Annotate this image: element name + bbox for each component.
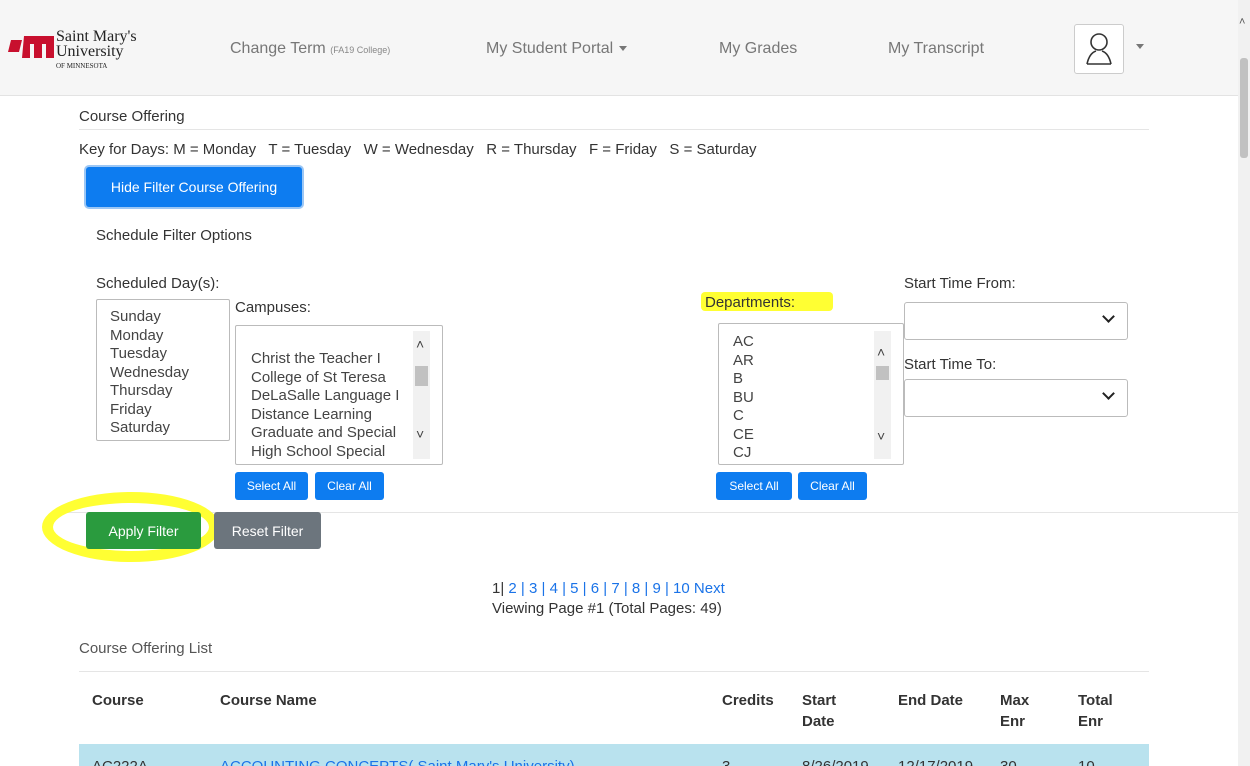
logo-line3: OF MINNESOTA [56, 62, 108, 70]
row-course: AC222A [92, 758, 148, 766]
viewing-page: Viewing Page #1 (Total Pages: 49) [492, 600, 722, 617]
schedule-filter-options: Schedule Filter Options [96, 227, 252, 244]
row-start-date: 8/26/2019 [802, 758, 869, 766]
day-option[interactable]: Monday [110, 327, 229, 346]
departments-label: Departments: [705, 294, 796, 311]
col-start-date: Start Date [802, 692, 837, 730]
day-option[interactable]: Wednesday [110, 364, 229, 383]
page-link[interactable]: 5 [570, 580, 578, 597]
start-time-to-select[interactable] [904, 379, 1128, 417]
campuses-select-all-button[interactable]: Select All [235, 472, 308, 500]
section-title: Course Offering [79, 108, 185, 125]
day-option[interactable]: Friday [110, 401, 229, 420]
departments-clear-all-button[interactable]: Clear All [798, 472, 867, 500]
page-separator: | [640, 580, 653, 597]
dept-scroll-down-arrow-icon[interactable]: ˅ [877, 428, 885, 444]
page-separator: | [599, 580, 612, 597]
table-row: AC222A ACCOUNTING CONCEPTS( Saint Mary's… [79, 744, 1149, 766]
list-divider [79, 671, 1149, 672]
row-end-date: 12/17/2019 [898, 758, 973, 766]
day-option[interactable]: Sunday [110, 308, 229, 327]
start-time-to-label: Start Time To: [904, 356, 997, 373]
row-total-enr: 10 [1078, 758, 1095, 766]
page-link[interactable]: 6 [591, 580, 599, 597]
col-max-enr: Max Enr [1000, 692, 1030, 730]
day-option[interactable]: Thursday [110, 382, 229, 401]
scroll-up-arrow-icon[interactable]: ˄ [416, 336, 424, 352]
page-separator: | [516, 580, 529, 597]
dept-scroll-up-arrow-icon[interactable]: ˄ [877, 344, 885, 360]
logo-mark-icon [8, 36, 54, 58]
departments-select-all-button[interactable]: Select All [716, 472, 792, 500]
apply-filter-button[interactable]: Apply Filter [86, 512, 201, 549]
nav-my-transcript[interactable]: My Transcript [888, 40, 984, 58]
days-listbox[interactable]: Sunday Monday Tuesday Wednesday Thursday Frid… [96, 299, 230, 441]
pagination: 1| 2 | 3 | 4 | 5 | 6 | 7 | 8 | 9 | 10 Ne… [492, 580, 725, 597]
next-page-link[interactable]: Next [694, 580, 725, 597]
row-max-enr: 30 [1000, 758, 1017, 766]
col-credits: Credits [722, 692, 774, 709]
hide-filter-button[interactable]: Hide Filter Course Offering [86, 167, 302, 207]
nav-change-term-label: Change Term [230, 40, 326, 57]
campuses-clear-all-button[interactable]: Clear All [315, 472, 384, 500]
nav-my-grades[interactable]: My Grades [719, 40, 797, 58]
chevron-down-icon [619, 46, 628, 52]
chevron-down-icon [1102, 387, 1115, 400]
start-time-from-label: Start Time From: [904, 275, 1016, 292]
page-link[interactable]: 8 [632, 580, 640, 597]
section-divider [79, 129, 1149, 130]
list-title: Course Offering List [79, 640, 213, 657]
days-label: Scheduled Day(s): [96, 275, 220, 292]
campuses-label: Campuses: [235, 299, 311, 316]
days-key: Key for Days: M = Monday T = Tuesday W =… [79, 141, 757, 158]
user-icon [1086, 33, 1112, 65]
chevron-down-icon [1102, 310, 1115, 323]
nav-change-term[interactable]: Change Term (FA19 College) [230, 40, 390, 58]
row-course-name-link[interactable]: ACCOUNTING CONCEPTS( Saint Mary's Univer… [220, 758, 575, 766]
col-total-enr: Total Enr [1078, 692, 1113, 730]
row-credits: 3 [722, 758, 730, 766]
page-separator: | [578, 580, 591, 597]
day-option[interactable]: Tuesday [110, 345, 229, 364]
page-scrollbar-thumb[interactable] [1240, 58, 1248, 158]
page-link[interactable]: 4 [550, 580, 558, 597]
page-link[interactable]: 10 [673, 580, 690, 597]
page-link[interactable]: 2 [508, 580, 516, 597]
start-time-from-select[interactable] [904, 302, 1128, 340]
col-end-date: End Date [898, 692, 964, 709]
scroll-down-arrow-icon[interactable]: ˅ [416, 426, 424, 442]
user-menu-chevron-icon[interactable] [1136, 44, 1144, 49]
campuses-listbox[interactable]: Christ the Teacher I College of St Teresa… [235, 325, 443, 465]
day-option[interactable]: Saturday [110, 419, 229, 438]
page-separator: | [557, 580, 571, 597]
campuses-scrollbar-thumb[interactable] [415, 366, 428, 386]
reset-filter-button[interactable]: Reset Filter [214, 512, 321, 549]
nav-student-portal[interactable]: My Student Portal [486, 40, 628, 58]
term-code: (FA19 College) [330, 45, 391, 55]
col-course-name: Course Name [220, 692, 317, 709]
page-separator: | [660, 580, 674, 597]
scroll-up-icon[interactable]: ˄ [1239, 16, 1245, 28]
page-separator: | [537, 580, 550, 597]
page-separator: | [619, 580, 632, 597]
page-link[interactable]: 7 [611, 580, 619, 597]
nav-student-portal-label: My Student Portal [486, 40, 614, 57]
logo-line2: University [56, 43, 124, 60]
user-avatar[interactable] [1074, 24, 1124, 74]
university-logo[interactable]: Saint Mary's University OF MINNESOTA [8, 28, 156, 78]
page-link[interactable]: 9 [652, 580, 660, 597]
departments-scrollbar-thumb[interactable] [876, 366, 889, 380]
col-course: Course [92, 692, 144, 709]
